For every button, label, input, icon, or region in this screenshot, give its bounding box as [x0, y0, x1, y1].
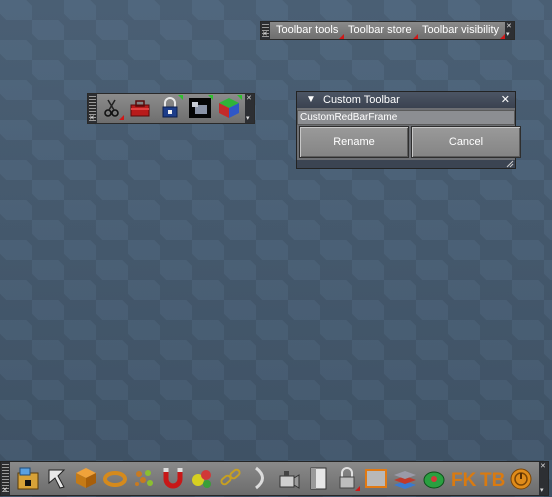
tool-lock[interactable]	[334, 465, 360, 491]
tool-magnet[interactable]	[160, 465, 186, 491]
scene-explorer-icon	[17, 467, 39, 490]
door-icon	[310, 467, 327, 490]
active-marker-icon	[237, 95, 242, 100]
custom-toolbar-dialog: ▼ Custom Toolbar ✕ CustomRedBarFrame Ren…	[296, 91, 521, 169]
spheres-icon	[192, 470, 211, 488]
tool-spheres[interactable]	[189, 465, 215, 491]
tool-button-scissors[interactable]	[100, 96, 124, 120]
menu-toolbar-visibility[interactable]: Toolbar visibility	[418, 22, 506, 39]
tool-button-render[interactable]	[188, 95, 213, 120]
tool-create-box[interactable]	[73, 465, 99, 491]
frame-icon	[365, 469, 387, 488]
tool-fk[interactable]: FK	[450, 465, 477, 491]
viewport-background	[0, 0, 552, 497]
menu-label: Toolbar store	[348, 24, 412, 36]
toolbox-icon	[130, 100, 150, 117]
menu-toolbar-store[interactable]: Toolbar store	[344, 22, 418, 39]
link-icon	[220, 468, 241, 486]
toolbar-grip-left[interactable]: ✕	[88, 94, 97, 123]
close-icon[interactable]: ✕	[501, 92, 510, 108]
tool-door[interactable]	[305, 465, 331, 491]
dropdown-marker-icon	[412, 34, 418, 39]
menu-label: Toolbar visibility	[422, 24, 500, 36]
dialog-footer	[297, 160, 515, 168]
close-icon[interactable]: ✕	[89, 115, 95, 122]
tool-scene-explorer[interactable]	[15, 465, 41, 491]
tb-label: TB	[480, 470, 505, 491]
ring-icon	[103, 471, 127, 487]
select-arrow-icon	[48, 469, 66, 489]
tool-timer[interactable]	[508, 465, 534, 491]
tool-frame[interactable]	[363, 465, 389, 491]
toolbar-grip-right[interactable]: ✕ ▾	[505, 22, 514, 39]
fk-label: FK	[451, 470, 476, 491]
layers-icon	[394, 471, 416, 489]
dropdown-marker-icon	[355, 486, 360, 491]
toolbar-grip-left[interactable]: ✕	[1, 462, 10, 495]
close-icon[interactable]: ✕	[246, 95, 252, 102]
tool-particles[interactable]	[131, 465, 157, 491]
dialog-title: Custom Toolbar	[323, 94, 400, 106]
close-icon[interactable]: ✕	[262, 31, 268, 38]
magnet-icon	[163, 468, 183, 489]
tool-tb[interactable]: TB	[479, 465, 505, 491]
rename-button[interactable]: Rename	[299, 126, 409, 158]
particles-icon	[135, 470, 153, 486]
cancel-button[interactable]: Cancel	[411, 126, 521, 158]
close-icon[interactable]: ✕	[540, 463, 546, 470]
main-toolbar: ✕ FK TB ✕ ▾	[0, 461, 549, 496]
chevron-down-icon[interactable]: ▾	[506, 31, 510, 38]
tb-icon: TB	[480, 470, 505, 491]
active-marker-icon	[208, 95, 213, 100]
tool-green-disc[interactable]	[421, 465, 447, 491]
active-marker-icon	[178, 95, 183, 100]
dropdown-marker-icon	[119, 115, 124, 120]
tool-button-color-cube[interactable]	[217, 95, 242, 120]
camera-icon	[279, 471, 300, 489]
toolbar-grip-left[interactable]: ✕	[261, 22, 270, 39]
resize-grip-icon[interactable]	[506, 160, 514, 168]
close-icon[interactable]: ✕	[2, 487, 8, 494]
close-icon[interactable]: ✕	[506, 23, 512, 30]
dialog-titlebar[interactable]: ▼ Custom Toolbar ✕	[297, 92, 515, 108]
toolbar-grip-right[interactable]: ✕ ▾	[539, 462, 548, 495]
green-disc-icon	[423, 471, 445, 489]
tool-layers[interactable]	[392, 465, 418, 491]
tool-arc[interactable]	[247, 465, 273, 491]
tool-link[interactable]	[218, 465, 244, 491]
tool-button-toolbox[interactable]	[128, 96, 152, 120]
chevron-down-icon[interactable]: ▾	[540, 487, 544, 494]
create-box-icon	[76, 468, 96, 488]
tool-camera[interactable]	[276, 465, 302, 491]
menu-toolbar-tools[interactable]: Toolbar tools	[272, 22, 345, 39]
text-toolbar: ✕ Toolbar tools Toolbar store Toolbar vi…	[260, 21, 515, 40]
custom-icon-toolbar: ✕ ✕ ▾	[87, 93, 255, 124]
fk-icon: FK	[451, 470, 477, 491]
tool-ring[interactable]	[102, 465, 128, 491]
toolbar-grip-right[interactable]: ✕ ▾	[245, 94, 254, 123]
timer-icon	[510, 468, 532, 490]
tool-button-lock[interactable]	[158, 95, 183, 120]
tool-select-arrow[interactable]	[44, 465, 70, 491]
collapse-arrow-icon[interactable]: ▼	[306, 92, 316, 108]
chevron-down-icon[interactable]: ▾	[246, 115, 250, 122]
toolbar-name-field[interactable]: CustomRedBarFrame	[297, 110, 515, 125]
menu-label: Toolbar tools	[276, 24, 339, 36]
arc-icon	[255, 466, 264, 490]
